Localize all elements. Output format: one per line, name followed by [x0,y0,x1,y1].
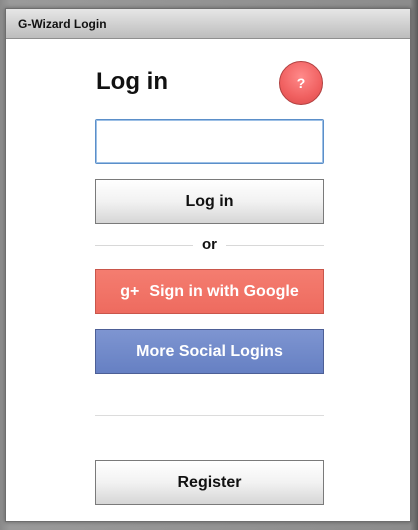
dialog-titlebar[interactable]: G-Wizard Login [6,9,410,39]
dialog-title: G-Wizard Login [18,17,107,31]
or-divider-line-right [226,245,324,246]
or-divider: or [95,235,324,255]
login-heading: Log in [96,68,168,95]
register-button[interactable]: Register [95,460,324,505]
help-icon: ? [296,75,306,91]
section-separator [95,415,324,416]
dialog-content: Log in ? Log in or g+ Sign in with Google… [6,39,410,521]
more-social-logins-button[interactable]: More Social Logins [95,329,324,374]
login-button[interactable]: Log in [95,179,324,224]
google-plus-icon: g+ [120,283,140,300]
username-input[interactable] [95,119,324,164]
login-dialog: G-Wizard Login Log in ? Log in or g+ Sign… [5,8,411,522]
help-button[interactable]: ? [279,61,323,105]
google-signin-button[interactable]: g+ Sign in with Google [95,269,324,314]
google-signin-label: Sign in with Google [149,283,299,300]
